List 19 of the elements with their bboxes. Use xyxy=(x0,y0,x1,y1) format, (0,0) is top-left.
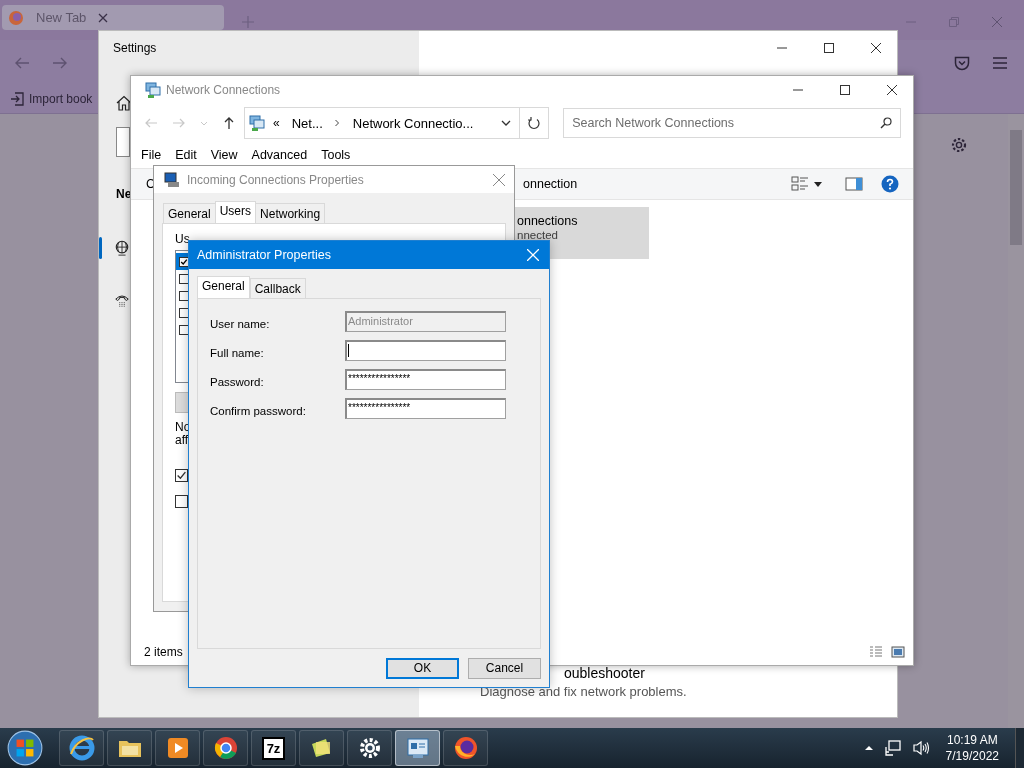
connection-name: onnections xyxy=(517,214,579,228)
section-heading: Ne xyxy=(116,187,132,201)
field-label: Full name: xyxy=(210,346,265,359)
note-text: aff xyxy=(175,434,190,447)
item-count: 2 items xyxy=(144,645,183,659)
clock-time: 10:19 AM xyxy=(946,732,998,748)
window-title: Settings xyxy=(113,40,157,55)
connection-status: nnected xyxy=(517,229,559,242)
dialog-title: Administrator Properties xyxy=(197,248,332,262)
archiver-app-logo: 7z xyxy=(261,736,286,760)
field-label: Confirm password: xyxy=(210,404,307,417)
field-label: User name: xyxy=(210,317,271,330)
search-placeholder: Search Network Connections xyxy=(572,116,736,130)
window-title: Network Connections xyxy=(166,83,281,97)
clock-date: 7/19/2022 xyxy=(945,748,999,764)
dialog-title: Incoming Connections Properties xyxy=(187,172,364,187)
field-label: Password: xyxy=(210,375,265,388)
troubleshooter-description: Diagnose and fix network problems. xyxy=(480,684,687,699)
tab-title: New Tab xyxy=(36,10,87,25)
